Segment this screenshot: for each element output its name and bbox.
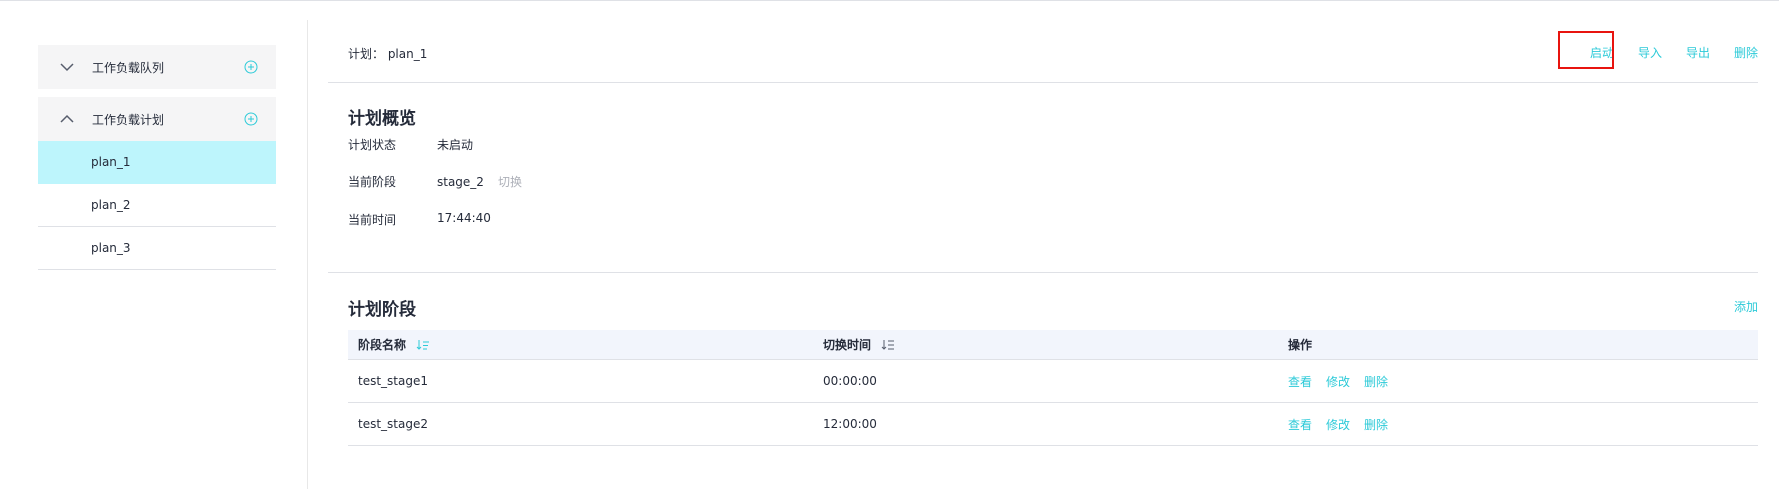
vertical-divider bbox=[307, 20, 308, 489]
chevron-up-icon[interactable] bbox=[60, 112, 74, 126]
edit-link[interactable]: 修改 bbox=[1326, 373, 1350, 390]
plan-title: 计划： plan_1 bbox=[348, 47, 428, 61]
stage-time: 12:00:00 bbox=[823, 417, 877, 431]
sidebar: 工作负载队列 工作负载计划 plan_1 plan_2 plan_3 bbox=[38, 45, 276, 270]
sidebar-group-label: 工作负载计划 bbox=[92, 112, 165, 127]
sidebar-group-queue[interactable]: 工作负载队列 bbox=[38, 45, 276, 89]
sidebar-item-plan-2[interactable]: plan_2 bbox=[38, 184, 276, 227]
add-circle-icon[interactable] bbox=[244, 60, 258, 74]
sidebar-group-plan[interactable]: 工作负载计划 bbox=[38, 97, 276, 141]
stages-title: 计划阶段 bbox=[348, 300, 416, 320]
delete-link[interactable]: 删除 bbox=[1364, 373, 1388, 390]
view-link[interactable]: 查看 bbox=[1288, 373, 1312, 390]
delete-link[interactable]: 删除 bbox=[1364, 416, 1388, 433]
overview-section: 计划概览 计划状态 未启动 当前阶段 stage_2 切换 当前时间 17:44:… bbox=[328, 83, 1758, 273]
sidebar-item-label: plan_3 bbox=[91, 241, 131, 255]
main-content: 计划： plan_1 启动 导入 导出 删除 计划概览 计划状态 未启动 当前阶… bbox=[328, 20, 1758, 446]
sidebar-item-label: plan_2 bbox=[91, 198, 131, 212]
stages-table: 阶段名称 切换时间 操作 test_stage1 00:00:00 查看 修改 … bbox=[348, 330, 1758, 446]
highlight-box bbox=[1558, 31, 1614, 69]
stage-time: 00:00:00 bbox=[823, 374, 877, 388]
column-header-label: 操作 bbox=[1288, 338, 1313, 352]
sidebar-item-label: plan_1 bbox=[91, 155, 131, 169]
column-header-name[interactable]: 阶段名称 bbox=[348, 336, 813, 353]
field-value-status: 未启动 bbox=[437, 138, 474, 152]
stage-name: test_stage1 bbox=[358, 374, 428, 388]
stage-name: test_stage2 bbox=[358, 417, 428, 431]
column-header-ops: 操作 bbox=[1278, 336, 1758, 353]
stage-value: stage_2 bbox=[437, 175, 484, 189]
table-header: 阶段名称 切换时间 操作 bbox=[348, 330, 1758, 360]
chevron-down-icon[interactable] bbox=[60, 60, 74, 74]
sort-icon[interactable] bbox=[881, 339, 895, 351]
overview-title: 计划概览 bbox=[348, 109, 416, 129]
plan-header: 计划： plan_1 启动 导入 导出 删除 bbox=[328, 20, 1758, 83]
view-link[interactable]: 查看 bbox=[1288, 416, 1312, 433]
table-row: test_stage2 12:00:00 查看 修改 删除 bbox=[348, 403, 1758, 446]
column-header-label: 切换时间 bbox=[823, 338, 872, 352]
export-button[interactable]: 导出 bbox=[1686, 44, 1710, 61]
delete-button[interactable]: 删除 bbox=[1734, 44, 1758, 61]
table-row: test_stage1 00:00:00 查看 修改 删除 bbox=[348, 360, 1758, 403]
field-label-status: 计划状态 bbox=[348, 138, 397, 152]
column-header-time[interactable]: 切换时间 bbox=[813, 336, 1278, 353]
switch-stage-link[interactable]: 切换 bbox=[498, 175, 522, 189]
add-circle-icon[interactable] bbox=[244, 112, 258, 126]
field-label-stage: 当前阶段 bbox=[348, 175, 397, 189]
sidebar-item-plan-3[interactable]: plan_3 bbox=[38, 227, 276, 270]
field-value-stage: stage_2 切换 bbox=[437, 173, 522, 190]
edit-link[interactable]: 修改 bbox=[1326, 416, 1350, 433]
field-value-time: 17:44:40 bbox=[437, 211, 491, 225]
add-stage-button[interactable]: 添加 bbox=[1734, 298, 1758, 315]
column-header-label: 阶段名称 bbox=[358, 338, 407, 352]
sidebar-item-plan-1[interactable]: plan_1 bbox=[38, 141, 276, 184]
sort-icon[interactable] bbox=[416, 339, 430, 351]
top-border bbox=[0, 0, 1779, 1]
import-button[interactable]: 导入 bbox=[1638, 44, 1662, 61]
field-label-time: 当前时间 bbox=[348, 213, 397, 227]
sidebar-group-label: 工作负载队列 bbox=[92, 60, 165, 75]
